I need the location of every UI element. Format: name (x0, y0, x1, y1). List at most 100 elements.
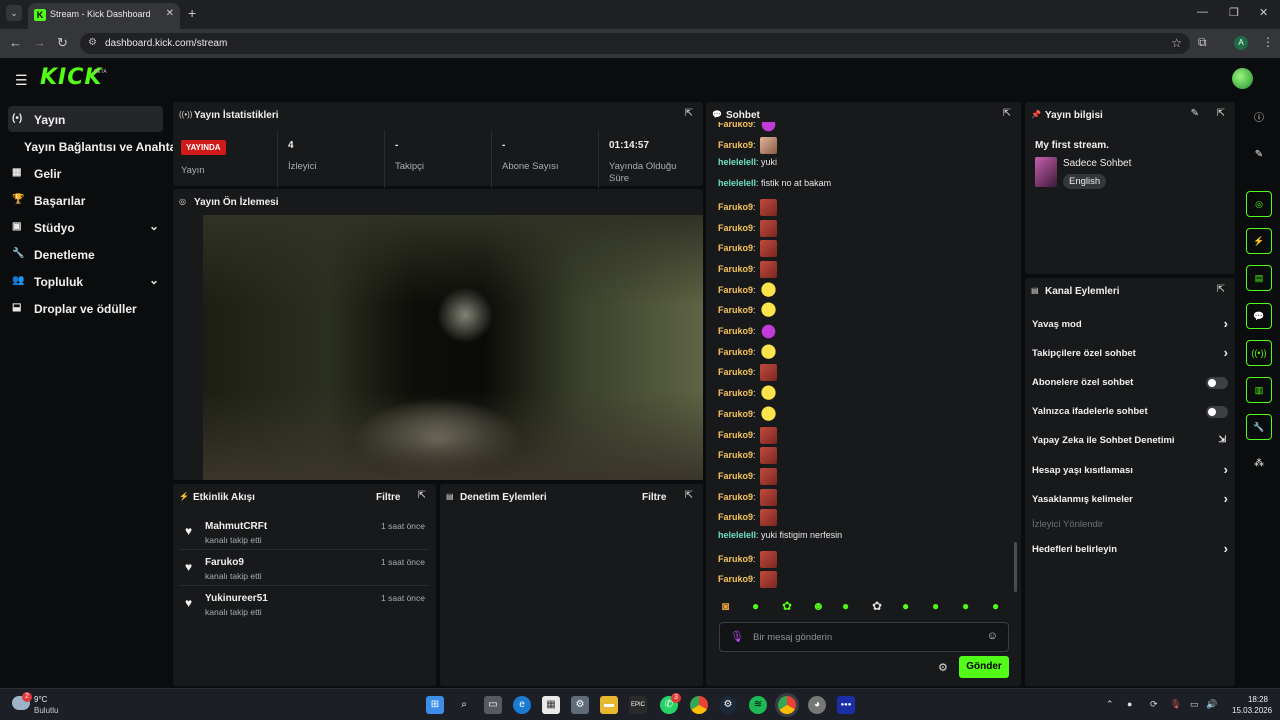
emotes-only-toggle[interactable] (1206, 406, 1228, 418)
chat-username[interactable]: Faruko9 (718, 264, 753, 274)
tray-app-icon[interactable]: ● (1127, 699, 1132, 709)
chat-username[interactable]: helelelell (718, 530, 756, 540)
chrome-active-icon[interactable] (778, 696, 796, 714)
volume-icon[interactable]: 🔊 (1206, 699, 1217, 710)
chat-username[interactable]: Faruko9 (718, 388, 753, 398)
sidebar-item-yayin[interactable]: (•) Yayın (8, 106, 163, 132)
emote-button[interactable]: ● (842, 599, 849, 613)
popout-icon[interactable]: ⇱ (685, 108, 693, 119)
sidebar-item-gelir[interactable]: ▦ Gelir (8, 160, 163, 186)
emote-button[interactable]: ● (962, 599, 969, 613)
chat-emote[interactable] (760, 385, 778, 403)
filter-button[interactable]: Filtre (642, 492, 666, 503)
microphone-icon[interactable]: 🎙 (730, 630, 744, 643)
windows-start-icon[interactable]: ⊞ (426, 696, 444, 714)
file-explorer-icon[interactable]: ▬ (600, 696, 618, 714)
chat-emote[interactable] (760, 467, 778, 485)
settings-icon[interactable]: ⚙ (571, 696, 589, 714)
event-username[interactable]: Yukinureer51 (205, 593, 268, 604)
task-view-icon[interactable]: ▭ (484, 696, 502, 714)
popout-icon[interactable]: ⇱ (418, 490, 426, 501)
tray-app-icon[interactable]: ⟳ (1150, 699, 1158, 710)
sidebar-item-basarilar[interactable]: 🏆 Başarılar (8, 187, 163, 213)
emote-button[interactable]: ● (992, 599, 999, 613)
sidebar-item-studyo[interactable]: ▣ Stüdyo ⌄ (8, 214, 163, 240)
epic-games-icon[interactable]: EPIC (629, 696, 647, 714)
minimize-icon[interactable]: — (1197, 6, 1208, 18)
search-icon[interactable]: ⌕ (455, 696, 473, 714)
preview-widget-icon[interactable]: ◎ (1246, 191, 1272, 217)
chat-emote[interactable] (760, 281, 778, 299)
spotify-icon[interactable]: ≋ (749, 696, 767, 714)
chat-emote[interactable] (760, 240, 778, 258)
sidebar-item-denetleme[interactable]: 🔧 Denetleme (8, 241, 163, 267)
chat-username[interactable]: Faruko9 (718, 305, 753, 315)
action-slow-mode[interactable]: Yavaş mod › (1032, 315, 1230, 335)
chat-username[interactable]: Faruko9 (718, 450, 753, 460)
more-widgets-icon[interactable]: ⁂ (1246, 451, 1272, 477)
chat-emote[interactable] (760, 260, 778, 278)
action-goals[interactable]: Hedefleri belirleyin › (1032, 540, 1230, 560)
chat-username[interactable]: Faruko9 (718, 222, 753, 232)
chat-username[interactable]: Faruko9 (718, 471, 753, 481)
chat-emote[interactable] (760, 426, 778, 444)
chat-emote[interactable] (760, 364, 778, 382)
chat-username[interactable]: Faruko9 (718, 140, 753, 150)
chat-emote[interactable] (760, 136, 778, 154)
emote-button[interactable]: ☻ (812, 599, 825, 613)
chat-username[interactable]: Faruko9 (718, 512, 753, 522)
site-info-icon[interactable]: ⚙ (88, 37, 97, 48)
activity-widget-icon[interactable]: ⚡ (1246, 228, 1272, 254)
chat-username[interactable]: Faruko9 (718, 491, 753, 501)
sidebar-item-stream-key[interactable]: Yayın Bağlantısı ve Anahtarı (8, 133, 184, 159)
wrench-widget-icon[interactable]: 🔧 (1246, 414, 1272, 440)
app-icon[interactable]: ●●● (837, 696, 855, 714)
hamburger-menu-icon[interactable]: ☰ (15, 72, 28, 89)
emote-button[interactable]: ✿ (782, 599, 792, 613)
chat-emote[interactable] (760, 509, 778, 527)
edit-pencil-icon[interactable]: ✎ (1191, 108, 1199, 119)
event-username[interactable]: MahmutCRFt (205, 521, 267, 532)
chat-emote[interactable] (760, 219, 778, 237)
store-icon[interactable]: ▦ (542, 696, 560, 714)
app-icon[interactable]: ◕ (808, 696, 826, 714)
browser-menu-icon[interactable]: ⋮ (1262, 35, 1274, 49)
emote-button[interactable]: ● (752, 599, 759, 613)
steam-icon[interactable]: ⚙ (719, 696, 737, 714)
action-ai-moderation[interactable]: Yapay Zeka ile Sohbet Denetimi ⇲ (1032, 431, 1230, 451)
restore-icon[interactable]: ❐ (1229, 6, 1239, 19)
edge-icon[interactable]: e (513, 696, 531, 714)
stats-widget-icon[interactable]: ((•)) (1246, 340, 1272, 366)
new-tab-button[interactable]: + (188, 5, 196, 21)
back-icon[interactable]: ← (9, 35, 22, 50)
popout-icon[interactable]: ⇱ (1217, 284, 1225, 295)
chat-username[interactable]: Faruko9 (718, 202, 753, 212)
chat-username[interactable]: Faruko9 (718, 326, 753, 336)
browser-tab[interactable]: K Stream - Kick Dashboard ✕ (28, 3, 180, 29)
emote-button[interactable]: ● (932, 599, 939, 613)
chat-emote[interactable] (760, 447, 778, 465)
filter-button[interactable]: Filtre (376, 492, 400, 503)
forward-icon[interactable]: → (33, 35, 46, 50)
chat-emote[interactable] (760, 122, 778, 133)
moderation-widget-icon[interactable]: ▤ (1246, 265, 1272, 291)
tab-search-button[interactable]: ⌄ (6, 5, 22, 21)
chat-emote[interactable] (760, 343, 778, 361)
user-avatar[interactable] (1232, 68, 1253, 89)
chat-emote[interactable] (760, 198, 778, 216)
subscribers-only-toggle[interactable] (1206, 377, 1228, 389)
stream-preview-video[interactable] (203, 215, 703, 480)
popout-icon[interactable]: ⇱ (685, 490, 693, 501)
chat-input[interactable]: 🎙 Bir mesaj gönderin ☺ (719, 622, 1009, 652)
tray-chevron-up-icon[interactable]: ⌃ (1106, 699, 1114, 710)
emote-button[interactable]: ✿ (872, 599, 882, 613)
popout-icon[interactable]: ⇱ (1003, 108, 1011, 119)
action-account-age[interactable]: Hesap yaşı kısıtlaması › (1032, 461, 1230, 481)
chat-username[interactable]: Faruko9 (718, 574, 753, 584)
chat-username[interactable]: helelelell (718, 178, 756, 188)
sidebar-item-topluluk[interactable]: 👥 Topluluk ⌄ (8, 268, 163, 294)
chat-username[interactable]: Faruko9 (718, 409, 753, 419)
chat-widget-icon[interactable]: 💬 (1246, 303, 1272, 329)
tab-close-icon[interactable]: ✕ (166, 8, 174, 19)
action-followers-only[interactable]: Takipçilere özel sohbet › (1032, 344, 1230, 364)
